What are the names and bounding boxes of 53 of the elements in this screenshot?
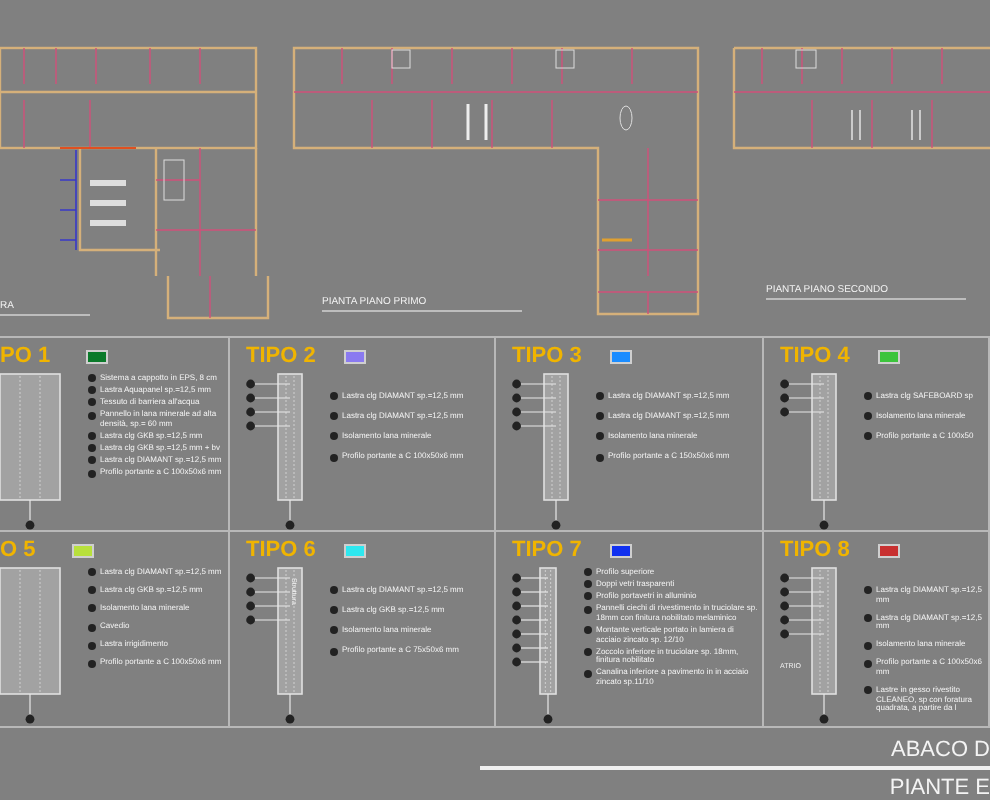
callout-dot-icon (88, 586, 96, 595)
callout-dot-icon (596, 412, 604, 421)
callout-dot-icon (864, 412, 872, 421)
callout-dot-icon (88, 444, 96, 453)
wall-type-title: TIPO 8 (780, 540, 850, 562)
wall-type-title: O 5 (0, 540, 36, 562)
callout-dot-icon (584, 626, 592, 635)
callout-dot-icon (330, 606, 338, 615)
callout-dot-icon (330, 586, 338, 595)
wall-type-title: TIPO 7 (512, 540, 582, 562)
callout-dot-icon (864, 641, 872, 650)
callout-dot-icon (330, 412, 338, 421)
callout-dot-icon (88, 374, 96, 383)
callout-dot-icon (864, 586, 872, 595)
callout-dot-icon (330, 392, 338, 401)
sheet-title: ABACO D (890, 740, 990, 766)
callout-dot-icon (596, 392, 604, 401)
callout-dot-icon (330, 626, 338, 635)
callout-dot-icon (330, 453, 338, 462)
callout-dot-icon (88, 432, 96, 441)
callout-dot-icon (88, 398, 96, 407)
callout-dot-icon (596, 453, 604, 462)
callout-dot-icon (584, 592, 592, 601)
callout-dot-icon (88, 604, 96, 613)
callout-dot-icon (88, 568, 96, 577)
wall-type-title: TIPO 2 (246, 346, 316, 368)
callout-dot-icon (88, 456, 96, 465)
callout-dot-icon (88, 411, 96, 420)
callout-dot-icon (88, 659, 96, 668)
wall-type-title: PO 1 (0, 346, 51, 368)
wall-type-title: TIPO 6 (246, 540, 316, 562)
callout-dot-icon (584, 568, 592, 577)
callout-dot-icon (864, 659, 872, 668)
callout-dot-icon (864, 432, 872, 441)
sheet-subtitle: PIANTE E (889, 774, 990, 800)
callout-dot-icon (330, 432, 338, 441)
callout-dot-icon (88, 386, 96, 395)
callout-dot-icon (864, 392, 872, 401)
wall-type-title: TIPO 4 (780, 346, 850, 368)
callout-dot-icon (864, 613, 872, 622)
callout-dot-icon (584, 647, 592, 656)
callout-dot-icon (330, 647, 338, 656)
floor-plan-wing-drawing (596, 276, 700, 316)
callout-dot-icon (584, 580, 592, 589)
callout-dot-icon (596, 432, 604, 441)
callout-dot-icon (88, 641, 96, 650)
floor-plan-wing-drawing (166, 276, 270, 320)
callout-dot-icon (88, 623, 96, 632)
callout-dot-icon (584, 605, 592, 614)
callout-dot-icon (88, 469, 96, 478)
callout-dot-icon (584, 669, 592, 678)
callout-dot-icon (864, 686, 872, 695)
wall-type-title: TIPO 3 (512, 346, 582, 368)
